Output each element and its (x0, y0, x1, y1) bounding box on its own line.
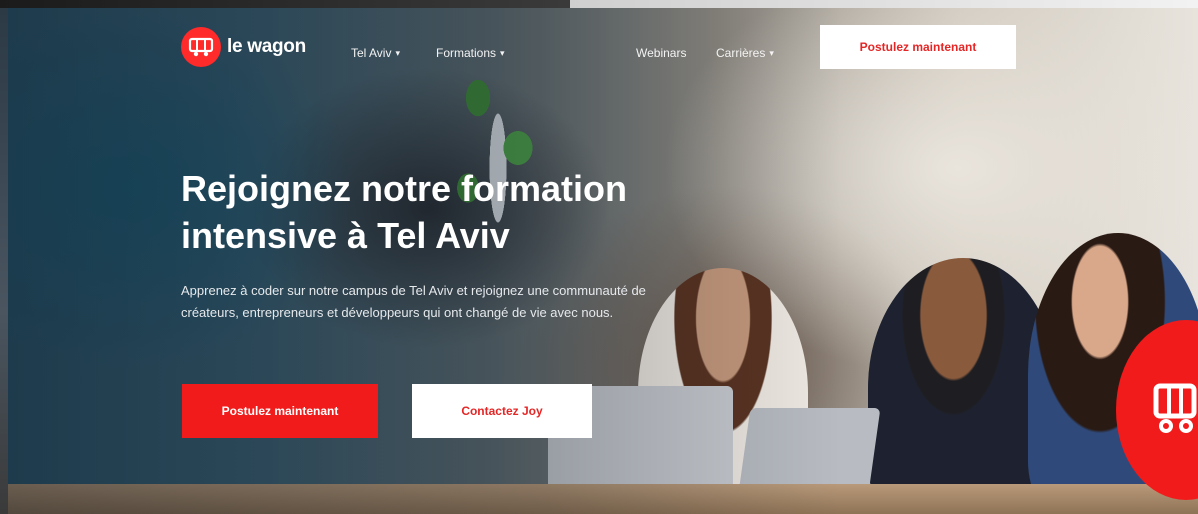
nav-item-webinars[interactable]: Webinars (636, 46, 686, 60)
left-edge (0, 8, 8, 514)
chevron-down-icon: ▾ (395, 47, 400, 58)
header-apply-button[interactable]: Postulez maintenant (820, 25, 1016, 69)
nav-item-tel-aviv[interactable]: Tel Aviv ▾ (351, 46, 400, 60)
brand-name: le wagon (227, 36, 306, 57)
nav-item-carrieres[interactable]: Carrières ▾ (716, 46, 774, 60)
nav-label: Webinars (636, 46, 687, 60)
nav-label: Tel Aviv (351, 46, 392, 60)
brand-logo[interactable]: le wagon (181, 27, 306, 67)
top-strip-light (570, 0, 1198, 8)
top-strip-dark (0, 0, 570, 8)
chevron-down-icon: ▾ (769, 47, 774, 58)
hero-section (8, 8, 1198, 514)
chevron-down-icon: ▾ (500, 47, 505, 58)
chat-bus-icon (1153, 383, 1197, 433)
hero-overlay (8, 8, 1198, 514)
hero-subtitle: Apprenez à coder sur notre campus de Tel… (181, 283, 646, 320)
nav-label: Carrières (716, 46, 766, 60)
contact-button[interactable]: Contactez Joy (412, 384, 592, 438)
nav-label: Formations (436, 46, 497, 60)
wagon-bus-icon (181, 27, 221, 67)
nav-item-formations[interactable]: Formations ▾ (436, 46, 505, 60)
hero-title: Rejoignez notre formation intensive à Te… (181, 168, 628, 256)
apply-button[interactable]: Postulez maintenant (182, 384, 378, 438)
